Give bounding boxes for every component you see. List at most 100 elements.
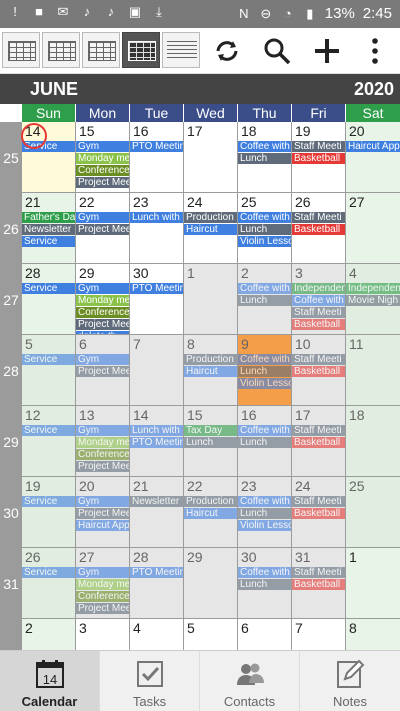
list-view-button[interactable] <box>162 32 200 68</box>
event-chip[interactable]: Lunch <box>238 437 291 448</box>
event-chip[interactable]: Production <box>184 212 237 223</box>
event-chip[interactable]: Basketball <box>292 366 345 377</box>
event-chip[interactable]: PTO Meetin <box>130 283 183 294</box>
week-view-button[interactable] <box>42 32 80 68</box>
day-cell[interactable]: 18 <box>346 406 400 476</box>
day-cell[interactable]: 29 GymMonday meConferenceProject Meedelet… <box>76 264 129 334</box>
event-chip[interactable]: Monday me <box>76 437 129 448</box>
event-chip[interactable]: Conference <box>76 591 129 602</box>
event-chip[interactable]: Basketball <box>292 224 345 235</box>
day-cell[interactable]: 20 Haircut App <box>346 122 400 192</box>
day-cell[interactable]: 2 Coffee with Lunch <box>238 264 291 334</box>
event-chip[interactable]: Production <box>184 496 237 507</box>
day-cell[interactable]: 28 Service <box>22 264 75 334</box>
day-cell[interactable]: 25 <box>346 477 400 547</box>
day-cell[interactable]: 28 PTO Meetin <box>130 548 183 618</box>
day-cell[interactable]: 22 Gym Project Mee <box>76 193 129 263</box>
day-cell[interactable]: 6 Gym Project Mee <box>76 335 129 405</box>
day-cell[interactable]: 12 Service <box>22 406 75 476</box>
tab-tasks[interactable]: Tasks <box>100 651 200 711</box>
event-chip[interactable]: Monday me <box>76 295 129 306</box>
multiweek-view-button[interactable] <box>82 32 120 68</box>
event-chip[interactable]: Project Mee <box>76 224 129 235</box>
day-cell[interactable]: 4 Independen Movie Nigh <box>346 264 400 334</box>
day-cell[interactable]: 18 Coffee with Lunch <box>238 122 291 192</box>
event-chip[interactable]: Project Mee <box>76 177 129 188</box>
event-chip[interactable]: Staff Meeti <box>292 307 345 318</box>
event-chip[interactable]: Gym <box>76 354 129 365</box>
event-chip[interactable]: PTO Meetin <box>130 437 183 448</box>
event-chip[interactable]: Lunch <box>238 366 291 377</box>
event-chip[interactable]: Conference <box>76 165 129 176</box>
event-chip[interactable]: Lunch <box>184 437 237 448</box>
day-cell[interactable]: 8 Production Haircut <box>184 335 237 405</box>
day-cell[interactable]: 20 Gym Project Mee Haircut App <box>76 477 129 547</box>
event-chip[interactable]: Newsletter <box>130 496 183 507</box>
event-chip[interactable]: Staff Meeti <box>292 425 345 436</box>
event-chip[interactable]: Basketball <box>292 508 345 519</box>
day-cell[interactable]: 30 Coffee with Lunch <box>238 548 291 618</box>
event-chip[interactable]: Movie Nigh <box>346 295 400 306</box>
event-chip[interactable]: Newsletter <box>22 224 75 235</box>
day-cell[interactable]: 21 Father's Da Newsletter Service <box>22 193 75 263</box>
event-chip[interactable]: Staff Meeti <box>292 212 345 223</box>
day-cell[interactable]: 1 <box>346 548 400 618</box>
event-chip[interactable]: Lunch <box>238 295 291 306</box>
event-chip[interactable]: Coffee with <box>238 567 291 578</box>
event-chip[interactable]: Gym <box>76 141 129 152</box>
event-chip[interactable]: Project Mee <box>76 508 129 519</box>
day-cell[interactable]: 6 <box>238 619 291 650</box>
day-cell[interactable]: 21 Newsletter <box>130 477 183 547</box>
event-chip[interactable]: Staff Meeti <box>292 496 345 507</box>
event-chip[interactable]: Haircut <box>184 508 237 519</box>
day-view-button[interactable] <box>2 32 40 68</box>
year-title[interactable]: 2020 <box>354 79 394 100</box>
day-cell[interactable]: 15 Tax Day Lunch <box>184 406 237 476</box>
event-chip[interactable]: Project Mee <box>76 461 129 472</box>
event-chip[interactable]: Basketball <box>292 153 345 164</box>
event-chip[interactable]: Service <box>22 567 75 578</box>
tab-contacts[interactable]: Contacts <box>200 651 300 711</box>
day-cell[interactable]: 7 <box>130 335 183 405</box>
day-cell[interactable]: 10 Staff Meeti Basketball <box>292 335 345 405</box>
day-cell[interactable]: 17 Staff Meeti Basketball <box>292 406 345 476</box>
event-chip[interactable]: Coffee with <box>238 212 291 223</box>
day-cell[interactable]: 3 <box>76 619 129 650</box>
day-cell[interactable]: 13 Gym Monday me Conference Project Mee <box>76 406 129 476</box>
event-chip[interactable]: PTO Meetin <box>130 567 183 578</box>
event-chip[interactable]: Staff Meeti <box>292 567 345 578</box>
day-cell[interactable]: 23 Lunch with <box>130 193 183 263</box>
event-chip[interactable]: Gym <box>76 496 129 507</box>
day-cell[interactable]: 22 Production Haircut <box>184 477 237 547</box>
day-cell[interactable]: 4 <box>130 619 183 650</box>
tab-calendar[interactable]: 14 Calendar <box>0 651 100 711</box>
day-cell[interactable]: 15 Gym Monday me Conference Project Mee <box>76 122 129 192</box>
event-chip[interactable]: Lunch <box>238 224 291 235</box>
event-chip[interactable]: Service <box>22 283 75 294</box>
event-chip[interactable]: Coffee with <box>238 425 291 436</box>
event-chip[interactable]: Gym <box>76 212 129 223</box>
day-cell[interactable]: 23 Coffee with Lunch Violin Lesso <box>238 477 291 547</box>
event-chip[interactable]: Coffee with <box>238 141 291 152</box>
event-chip[interactable]: Staff Meeti <box>292 141 345 152</box>
event-chip[interactable]: Haircut App <box>346 141 400 152</box>
day-cell[interactable]: 31 Staff Meeti Basketball <box>292 548 345 618</box>
more-icon[interactable] <box>360 36 390 66</box>
sync-icon[interactable] <box>212 36 242 66</box>
event-chip[interactable]: Service <box>22 236 75 247</box>
day-cell[interactable]: 2 <box>22 619 75 650</box>
event-chip[interactable]: Independen <box>346 283 400 294</box>
day-cell[interactable]: 5 <box>184 619 237 650</box>
month-view-button[interactable] <box>122 32 160 68</box>
event-chip[interactable]: Violin Lesso <box>238 520 291 531</box>
event-chip[interactable]: Staff Meeti <box>292 354 345 365</box>
day-cell[interactable]: 5 Service <box>22 335 75 405</box>
day-cell[interactable]: 1 <box>184 264 237 334</box>
day-cell[interactable]: 25 Coffee with Lunch Violin Lesso <box>238 193 291 263</box>
event-chip[interactable]: Basketball <box>292 579 345 590</box>
event-chip[interactable]: Haircut <box>184 366 237 377</box>
event-chip[interactable]: Project Mee <box>76 603 129 614</box>
day-cell[interactable]: 19 Staff Meeti Basketball <box>292 122 345 192</box>
event-chip[interactable]: Coffee with <box>238 354 291 365</box>
event-chip[interactable]: Gym <box>76 425 129 436</box>
